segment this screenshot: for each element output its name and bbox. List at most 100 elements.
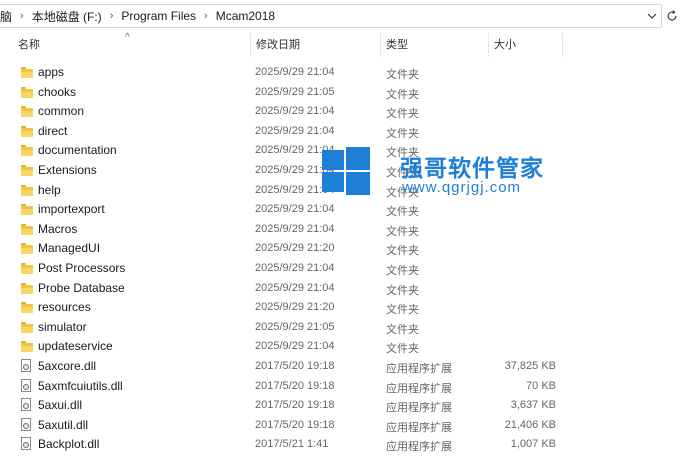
folder-row[interactable]: Macros 2025/9/29 21:04 文件夹 (0, 220, 688, 240)
column-header-size[interactable]: 大小 (490, 33, 562, 57)
breadcrumb-drive[interactable]: 本地磁盘 (F:) (32, 8, 102, 25)
row-type: 文件夹 (386, 304, 419, 317)
file-row[interactable]: 5axcore.dll 2017/5/20 19:18 应用程序扩展 37,825 K… (0, 357, 688, 377)
chevron-down-icon[interactable] (644, 6, 660, 26)
row-type: 文件夹 (386, 88, 419, 101)
file-row[interactable]: 5axui.dll 2017/5/20 19:18 应用程序扩展 3,637 KB (0, 396, 688, 416)
file-list: apps 2025/9/29 21:04 文件夹 chooks 2025/9/29 21… (0, 63, 688, 455)
row-date: 2025/9/29 21:04 (255, 203, 335, 216)
dll-file-icon (20, 398, 32, 412)
row-name[interactable]: apps (38, 65, 64, 79)
breadcrumb-mcam2018[interactable]: Mcam2018 (216, 9, 275, 23)
folder-row[interactable]: updateservice 2025/9/29 21:04 文件夹 (0, 337, 688, 357)
folder-icon (21, 164, 33, 176)
windows-logo-icon (322, 147, 370, 195)
folder-icon (21, 262, 33, 274)
column-header-date[interactable]: 修改日期 (252, 33, 380, 57)
row-name[interactable]: ManagedUI (38, 241, 100, 255)
address-bar: 电脑 › 本地磁盘 (F:) › Program Files › Mcam201… (0, 0, 688, 32)
folder-icon (21, 341, 33, 353)
row-type: 文件夹 (386, 245, 419, 258)
row-type: 应用程序扩展 (386, 421, 452, 434)
row-date: 2017/5/20 19:18 (255, 418, 335, 431)
column-divider[interactable] (562, 33, 563, 57)
row-name[interactable]: documentation (38, 143, 117, 157)
row-size: 3,637 KB (510, 399, 556, 412)
row-name[interactable]: direct (38, 124, 67, 138)
row-name[interactable]: Macros (38, 222, 77, 236)
column-divider[interactable] (488, 33, 489, 57)
row-date: 2025/9/29 21:04 (255, 124, 335, 137)
row-name[interactable]: help (38, 183, 61, 197)
row-type: 应用程序扩展 (386, 382, 452, 395)
row-name[interactable]: 5axmfcuiutils.dll (38, 379, 123, 393)
folder-row[interactable]: ManagedUI 2025/9/29 21:20 文件夹 (0, 239, 688, 259)
row-name[interactable]: 5axui.dll (38, 398, 82, 412)
row-date: 2025/9/29 21:20 (255, 242, 335, 255)
row-date: 2025/9/29 21:04 (255, 105, 335, 118)
row-name[interactable]: Backplot.dll (38, 437, 99, 451)
row-type: 文件夹 (386, 69, 419, 81)
dll-file-icon (20, 417, 32, 432)
folder-row[interactable]: Post Processors 2025/9/29 21:04 文件夹 (0, 259, 688, 279)
row-type: 文件夹 (386, 284, 419, 297)
row-size: 1,007 KB (510, 438, 556, 451)
column-header-type[interactable]: 类型 (382, 33, 488, 57)
file-row[interactable]: 5axutil.dll 2017/5/20 19:18 应用程序扩展 21,406 K… (0, 416, 688, 436)
row-name[interactable]: 5axutil.dll (38, 418, 88, 432)
folder-row[interactable]: importexport 2025/9/29 21:04 文件夹 (0, 200, 688, 220)
watermark-url: www.qgrjgj.com (402, 179, 522, 196)
row-size: 37,825 KB (504, 359, 556, 372)
watermark: 强哥软件管家 www.qgrjgj.com (322, 147, 544, 203)
row-date: 2025/9/29 21:04 (255, 222, 335, 235)
row-type: 文件夹 (386, 343, 419, 356)
breadcrumb-program-files[interactable]: Program Files (121, 9, 196, 23)
row-date: 2025/9/29 21:20 (255, 301, 335, 314)
row-name[interactable]: simulator (38, 320, 87, 334)
watermark-title: 强哥软件管家 (400, 155, 544, 181)
column-divider[interactable] (380, 33, 381, 57)
folder-row[interactable]: resources 2025/9/29 21:20 文件夹 (0, 298, 688, 318)
breadcrumb[interactable]: 电脑 › 本地磁盘 (F:) › Program Files › Mcam201… (0, 4, 662, 28)
folder-row[interactable]: simulator 2025/9/29 21:05 文件夹 (0, 318, 688, 338)
row-name[interactable]: Probe Database (38, 281, 125, 295)
row-name[interactable]: Extensions (38, 163, 97, 177)
row-type: 应用程序扩展 (386, 402, 452, 415)
row-name[interactable]: resources (38, 300, 91, 314)
folder-icon (21, 321, 33, 333)
file-row[interactable]: Backplot.dll 2017/5/21 1:41 应用程序扩展 1,007 KB (0, 435, 688, 455)
folder-row[interactable]: apps 2025/9/29 21:04 文件夹 (0, 63, 688, 83)
row-type: 文件夹 (386, 323, 419, 336)
row-name[interactable]: 5axcore.dll (38, 359, 96, 373)
row-date: 2017/5/20 19:18 (255, 359, 335, 372)
folder-row[interactable]: direct 2025/9/29 21:04 文件夹 (0, 122, 688, 142)
row-date: 2025/9/29 21:04 (255, 66, 335, 78)
column-header: ^ 名称 修改日期 类型 大小 (0, 32, 688, 57)
folder-icon (21, 184, 33, 196)
breadcrumb-computer[interactable]: 电脑 (0, 8, 12, 25)
column-header-name[interactable]: 名称 (14, 33, 250, 57)
row-name[interactable]: importexport (38, 202, 105, 216)
folder-row[interactable]: common 2025/9/29 21:04 文件夹 (0, 102, 688, 122)
row-date: 2025/9/29 21:04 (255, 261, 335, 274)
folder-icon (21, 106, 33, 118)
row-date: 2025/9/29 21:05 (255, 320, 335, 333)
row-name[interactable]: common (38, 104, 84, 118)
breadcrumb-separator: › (109, 10, 114, 22)
row-type: 文件夹 (386, 225, 419, 238)
folder-row[interactable]: chooks 2025/9/29 21:05 文件夹 (0, 83, 688, 103)
row-name[interactable]: chooks (38, 85, 76, 99)
folder-row[interactable]: Probe Database 2025/9/29 21:04 文件夹 (0, 279, 688, 299)
row-date: 2025/9/29 21:04 (255, 340, 335, 353)
row-type: 文件夹 (386, 108, 419, 121)
folder-icon (21, 86, 33, 98)
folder-icon (21, 125, 33, 137)
refresh-icon[interactable] (664, 6, 680, 26)
folder-icon (21, 204, 33, 216)
row-name[interactable]: Post Processors (38, 261, 125, 275)
file-row[interactable]: 5axmfcuiutils.dll 2017/5/20 19:18 应用程序扩展 70… (0, 377, 688, 397)
row-date: 2025/9/29 21:04 (255, 281, 335, 294)
row-name[interactable]: updateservice (38, 339, 113, 353)
column-divider[interactable] (250, 33, 251, 57)
folder-icon (21, 302, 33, 314)
